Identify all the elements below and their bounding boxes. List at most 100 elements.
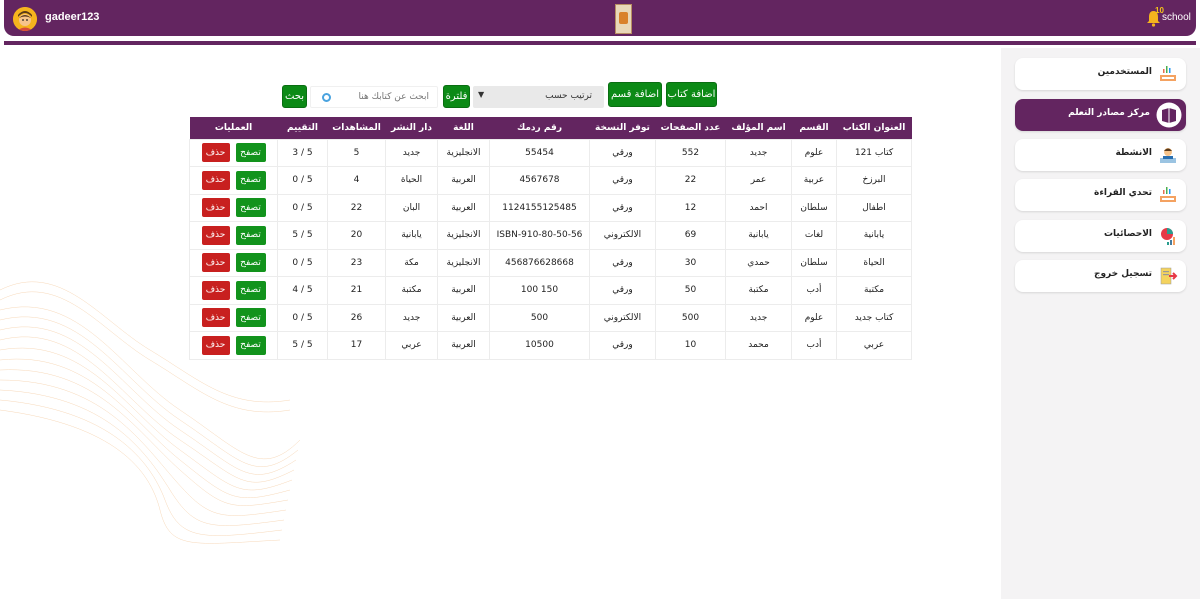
cell-rating: 5 / 5 (277, 331, 328, 360)
cell-views: 4 (327, 166, 386, 195)
cell-section: لغات (791, 221, 837, 250)
sidebar-item-label: مركز مصادر التعلم (1068, 108, 1150, 118)
cell-title: الحياة (836, 248, 912, 277)
cell-rating: 0 / 5 (277, 248, 328, 277)
cell-title: كتاب جديد (836, 303, 912, 332)
cell-language: الانجليزية (437, 248, 490, 277)
sidebar-item-label: تحدي القراءة (1094, 188, 1152, 198)
add-section-button[interactable]: اضافة قسم (608, 82, 662, 107)
delete-button[interactable]: حذف (201, 253, 230, 273)
delete-button[interactable]: حذف (201, 143, 230, 163)
delete-button[interactable]: حذف (201, 308, 230, 328)
cell-isbn: 4567678 (489, 166, 590, 195)
cell-language: العربية (437, 331, 490, 360)
username-label[interactable]: gadeer123 (45, 11, 99, 23)
search-field[interactable] (310, 86, 438, 108)
cell-language: العربية (437, 193, 490, 222)
table-row: مكتبة أدب مكتبة 50 ورقي 100 150 العربية … (189, 276, 912, 305)
column-header-availability: توفر النسخة (589, 117, 656, 139)
cell-views: 22 (327, 193, 386, 222)
add-book-button[interactable]: اضافة كتاب (666, 82, 717, 107)
reading-challenge-icon (1160, 187, 1176, 202)
cell-language: الانجليزية (437, 138, 490, 167)
sidebar-item-learning-center[interactable]: ⌄ مركز مصادر التعلم (1015, 99, 1186, 131)
delete-button[interactable]: حذف (201, 170, 230, 190)
sort-select[interactable]: ترتيب حسب ▼ (473, 86, 604, 108)
cell-availability: ورقي (589, 331, 656, 360)
browse-button[interactable]: تصفح (235, 253, 266, 273)
cell-publisher: يابانية (385, 221, 438, 250)
cell-isbn: 456876628668 (489, 248, 590, 277)
cell-rating: 0 / 5 (277, 303, 328, 332)
column-header-rating: التقييم (277, 117, 328, 139)
books-icon (1160, 66, 1176, 81)
table-row: البرزخ عربية عمر 22 ورقي 4567678 العربية… (189, 166, 912, 195)
sidebar-item-statistics[interactable]: الاحصائيات (1015, 220, 1186, 252)
cell-language: الانجليزية (437, 221, 490, 250)
cell-section: أدب (791, 276, 837, 305)
browse-button[interactable]: تصفح (235, 225, 266, 245)
browse-button[interactable]: تصفح (235, 198, 266, 218)
delete-button[interactable]: حذف (201, 198, 230, 218)
cell-title: اطفال (836, 193, 912, 222)
chevron-down-icon: ▼ (478, 90, 485, 99)
cell-views: 23 (327, 248, 386, 277)
delete-button[interactable]: حذف (201, 335, 230, 355)
column-header-isbn: رقم ردمك (489, 117, 590, 139)
cell-pages: 50 (655, 276, 726, 305)
cell-publisher: مكتبة (385, 276, 438, 305)
cell-pages: 12 (655, 193, 726, 222)
sidebar-item-label: المستخدمين (1097, 67, 1152, 77)
browse-button[interactable]: تصفح (235, 335, 266, 355)
cell-author: احمد (725, 193, 792, 222)
browse-button[interactable]: تصفح (235, 308, 266, 328)
table-header-row: العنوان الكتاب القسم اسم المؤلف عدد الصف… (189, 117, 912, 139)
browse-button[interactable]: تصفح (235, 170, 266, 190)
sidebar-item-reading-challenge[interactable]: تحدي القراءة (1015, 179, 1186, 211)
cell-pages: 30 (655, 248, 726, 277)
avatar-icon (13, 7, 37, 31)
sidebar: المستخدمين ⌄ مركز مصادر التعلم الانشطة ت… (1001, 48, 1200, 599)
column-header-pages: عدد الصفحات (655, 117, 726, 139)
cell-pages: 10 (655, 331, 726, 360)
filter-button[interactable]: فلترة (443, 85, 470, 108)
sidebar-item-users[interactable]: المستخدمين (1015, 58, 1186, 90)
delete-button[interactable]: حذف (201, 225, 230, 245)
column-header-title: العنوان الكتاب (836, 117, 912, 139)
cell-title: كتاب 121 (836, 138, 912, 167)
sidebar-item-label: تسجيل خروج (1093, 269, 1152, 279)
browse-button[interactable]: تصفح (235, 143, 266, 163)
top-navbar (4, 0, 1196, 36)
navbar-divider (4, 41, 1196, 45)
cell-publisher: البان (385, 193, 438, 222)
cell-availability: ورقي (589, 248, 656, 277)
search-button[interactable]: بحث (282, 85, 307, 108)
cell-rating: 3 / 5 (277, 138, 328, 167)
cell-language: العربية (437, 303, 490, 332)
cell-pages: 69 (655, 221, 726, 250)
cell-views: 26 (327, 303, 386, 332)
cell-author: جديد (725, 303, 792, 332)
cell-isbn: 10500 (489, 331, 590, 360)
browse-button[interactable]: تصفح (235, 280, 266, 300)
cell-author: مكتبة (725, 276, 792, 305)
user-avatar[interactable] (13, 7, 37, 31)
sidebar-item-logout[interactable]: تسجيل خروج (1015, 260, 1186, 292)
cell-pages: 552 (655, 138, 726, 167)
cell-operations: تصفح حذف (189, 138, 278, 167)
cell-availability: ورقي (589, 166, 656, 195)
cell-operations: تصفح حذف (189, 221, 278, 250)
cell-views: 5 (327, 138, 386, 167)
cell-pages: 500 (655, 303, 726, 332)
cell-isbn: 55454 (489, 138, 590, 167)
delete-button[interactable]: حذف (201, 280, 230, 300)
sidebar-item-activities[interactable]: الانشطة (1015, 139, 1186, 171)
cell-section: علوم (791, 138, 837, 167)
cell-views: 17 (327, 331, 386, 360)
sidebar-item-label: الاحصائيات (1104, 229, 1152, 239)
cell-publisher: جديد (385, 303, 438, 332)
cell-rating: 0 / 5 (277, 193, 328, 222)
cell-isbn: 500 (489, 303, 590, 332)
logout-icon (1160, 267, 1178, 285)
cell-views: 21 (327, 276, 386, 305)
